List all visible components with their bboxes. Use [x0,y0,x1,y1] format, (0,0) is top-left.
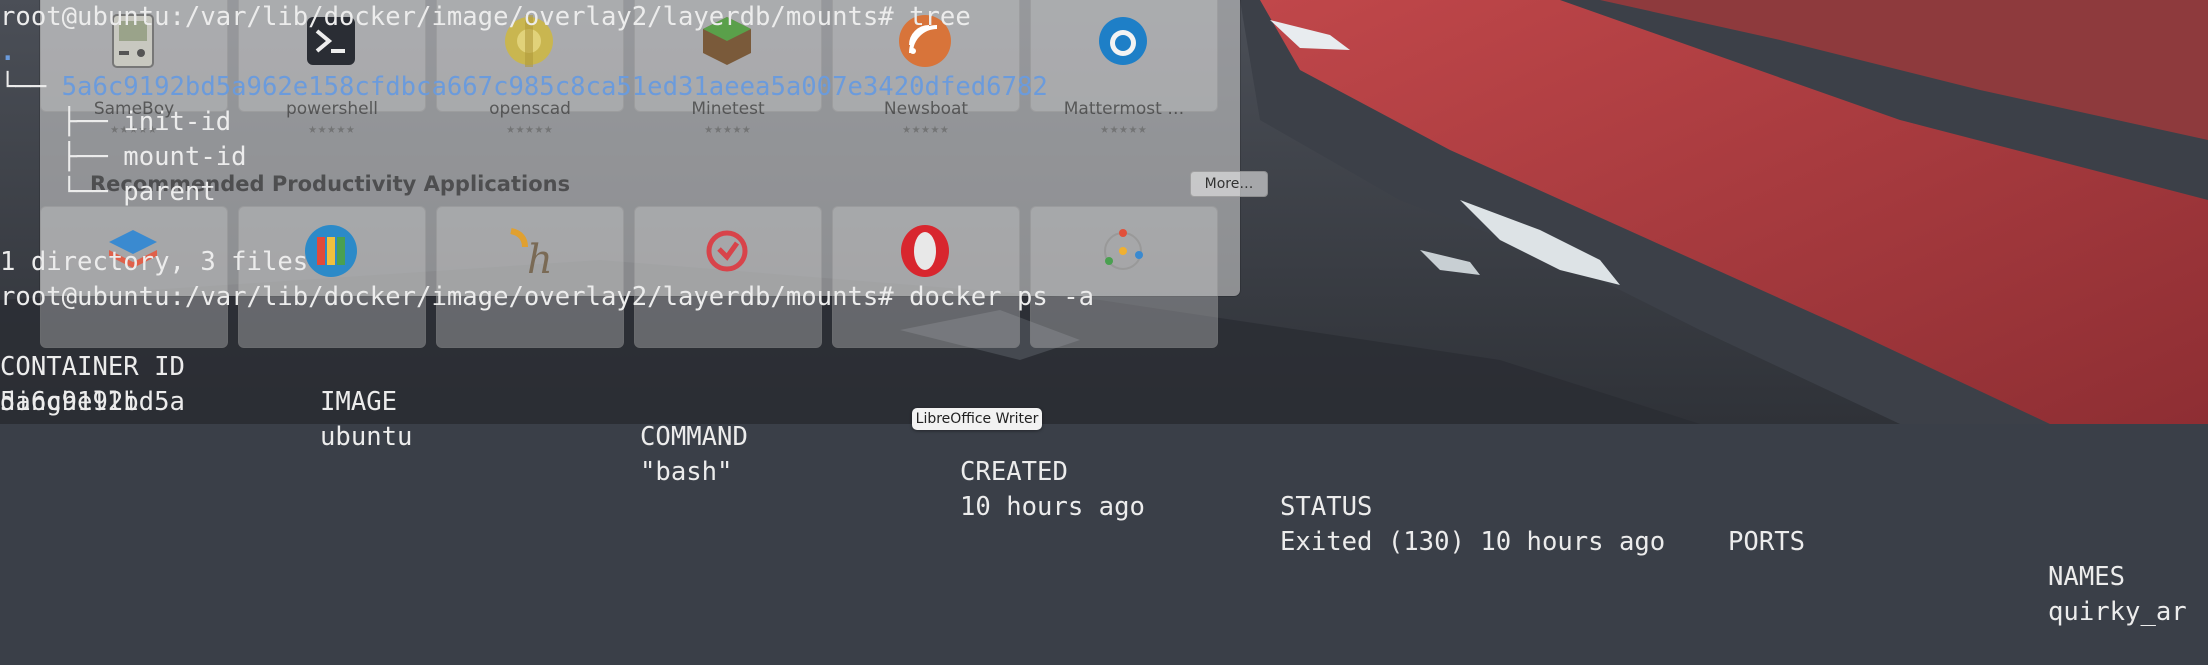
cell-status: Exited (130) 10 hours ago [1280,527,1666,557]
col-header: IMAGE [320,387,398,417]
tree-file-name: init-id [123,107,232,137]
cell-created: 10 hours ago [960,492,1145,522]
tree-dir-line: └── 5a6c9192bd5a962e158cfdbca667c985c8ca… [0,70,1048,105]
taskbar-tooltip: LibreOffice Writer [912,408,1042,430]
cell-names: quirky_ar [2048,597,2187,627]
col-header: CREATED [960,457,1068,487]
tree-file-name: mount-id [123,142,247,172]
cell-command: "bash" [640,457,733,487]
prompt-docker-ps: root@ubuntu:/var/lib/docker/image/overla… [0,282,1095,312]
col-header: PORTS [1728,527,1806,557]
tree-branch: └── [0,177,124,207]
terminal-output: root@ubuntu:/var/lib/docker/image/overla… [0,0,2208,627]
table-row-wrap: dinghelli [0,387,139,417]
cell-image: ubuntu [320,422,413,452]
tree-branch: ├── [0,107,124,137]
prompt-tree: root@ubuntu:/var/lib/docker/image/overla… [0,2,971,32]
tree-branch: ├── [0,142,124,172]
table-header-row: CONTAINER ID IMAGE COMMAND CREATED STATU… [0,315,2208,592]
tree-branch: └── [0,72,62,102]
tree-dir-name: 5a6c9192bd5a962e158cfdbca667c985c8ca51ed… [61,72,1048,102]
tree-item: ├── init-id [0,105,232,140]
table-row: 5a6c9192bd5a ubuntu "bash" 10 hours ago … [0,350,2208,627]
tree-root: . [0,37,16,67]
tree-item: └── parent [0,175,216,210]
col-header: STATUS [1280,492,1373,522]
tree-file-name: parent [123,177,216,207]
col-header: NAMES [2048,562,2126,592]
tree-summary: 1 directory, 3 files [0,247,309,277]
col-header: COMMAND [640,422,748,452]
tree-item: ├── mount-id [0,140,247,175]
